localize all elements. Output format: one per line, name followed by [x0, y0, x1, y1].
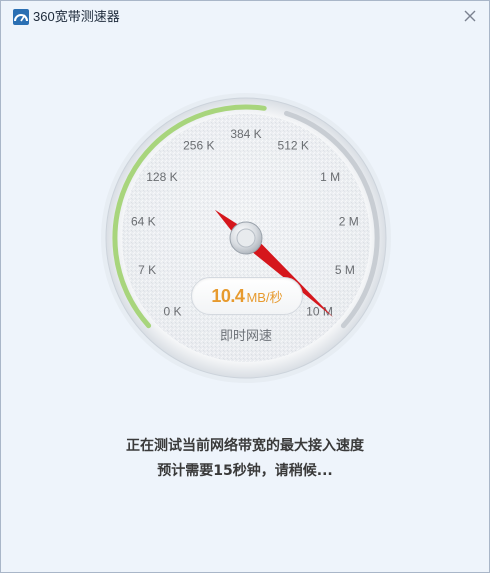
- scale-label: 64 K: [131, 215, 156, 229]
- gauge-caption: 即时网速: [219, 328, 272, 343]
- scale-label: 10 M: [306, 305, 333, 319]
- status-eta: 预计需要15秒钟，请稍候...: [157, 463, 333, 479]
- speed-value: 10.4: [211, 286, 245, 306]
- speed-readout: 10.4 MB/秒: [191, 277, 303, 315]
- scale-label: 384 K: [230, 127, 261, 141]
- title-bar[interactable]: 360宽带测速器: [1, 1, 489, 31]
- speed-unit: MB/秒: [246, 290, 283, 305]
- scale-label: 128 K: [146, 170, 177, 184]
- scale-label: 5 M: [335, 263, 355, 277]
- scale-label: 256 K: [183, 138, 214, 152]
- scale-label: 0 K: [163, 305, 181, 319]
- scale-label: 512 K: [278, 138, 309, 152]
- scale-label: 1 M: [320, 170, 340, 184]
- scale-label: 2 M: [339, 215, 359, 229]
- close-icon[interactable]: [459, 5, 481, 27]
- scale-label: 7 K: [138, 263, 156, 277]
- app-logo-icon: [13, 9, 29, 25]
- window-title: 360宽带测速器: [33, 9, 120, 24]
- status-message: 正在测试当前网络带宽的最大接入速度: [126, 438, 364, 454]
- speedtest-window: 360宽带测速器 0 K 7 K 64 K 128 K 256 K 384 K …: [0, 0, 490, 573]
